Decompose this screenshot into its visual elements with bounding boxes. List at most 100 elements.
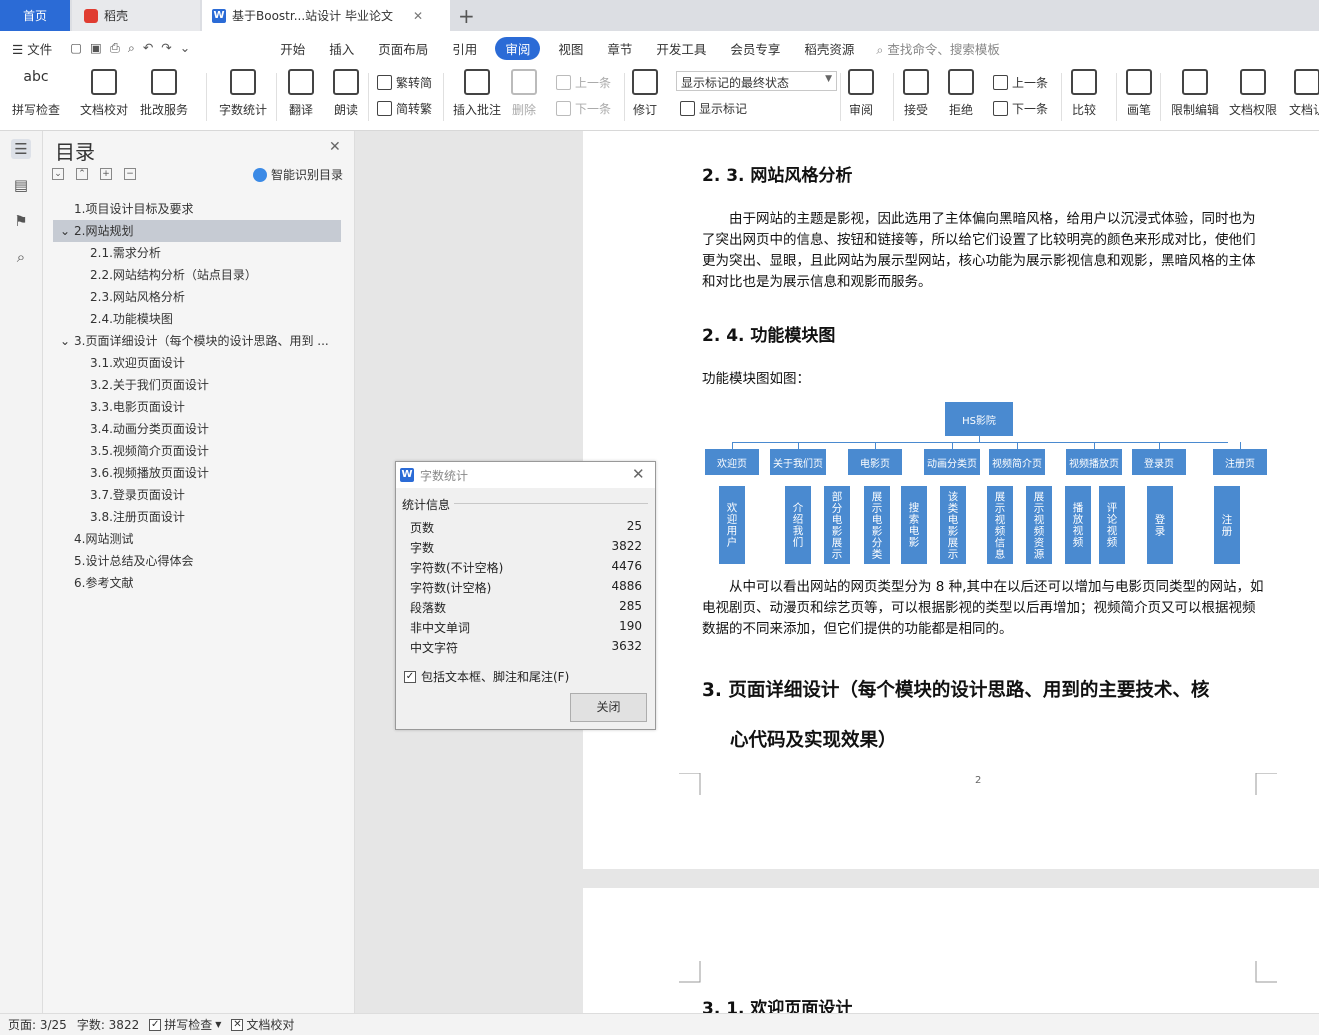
trad-to-simp-button[interactable]: 繁转简 bbox=[377, 74, 432, 91]
revise-label: 修订 bbox=[632, 103, 657, 117]
toc-item[interactable]: 2.4.功能模块图 bbox=[90, 309, 173, 329]
toc-item[interactable]: 2.网站规划 bbox=[74, 221, 133, 241]
proof-toggle[interactable]: ✕ 文档校对 bbox=[231, 1016, 294, 1033]
doc-proof-icon bbox=[91, 69, 117, 95]
document-page[interactable]: 2. 3. 网站风格分析 由于网站的主题是影视，因此选用了主体偏向黑暗风格，给用… bbox=[583, 131, 1319, 869]
toc-item[interactable]: 2.2.网站结构分析（站点目录） bbox=[90, 265, 257, 285]
tab-close-icon[interactable]: ✕ bbox=[413, 9, 423, 23]
insert-comment-button[interactable]: 插入批注 bbox=[453, 69, 501, 118]
diagram-leaf-node: 介绍我们 bbox=[785, 486, 811, 564]
reject-button[interactable]: 拒绝 bbox=[948, 69, 974, 118]
page-indicator[interactable]: 页面: 3/25 bbox=[8, 1016, 67, 1033]
trad-simp-icon bbox=[377, 75, 392, 90]
restrict-edit-button[interactable]: 限制编辑 bbox=[1171, 69, 1219, 118]
menu-daoke-resources[interactable]: 稻壳资源 bbox=[792, 39, 866, 58]
include-checkbox[interactable]: ✓ 包括文本框、脚注和尾注(F) bbox=[404, 668, 569, 685]
close-button[interactable]: 关闭 bbox=[570, 693, 647, 722]
delete-comment-button[interactable]: 删除 bbox=[511, 69, 537, 118]
read-aloud-button[interactable]: 朗读 bbox=[333, 69, 359, 118]
quick-access-icons[interactable]: ▢▣⎙⌕↶↷⌄ bbox=[64, 40, 268, 56]
menu-chapter[interactable]: 章节 bbox=[595, 39, 644, 58]
search-icon[interactable]: ⌕ bbox=[11, 247, 31, 267]
revise-button[interactable]: 修订 bbox=[632, 69, 658, 118]
compare-icon bbox=[1071, 69, 1097, 95]
menu-review[interactable]: 审阅 bbox=[495, 36, 541, 60]
menu-file[interactable]: ☰ 文件 bbox=[0, 39, 64, 58]
dialog-titlebar[interactable]: W 字数统计 bbox=[396, 462, 655, 488]
review-icon bbox=[848, 69, 874, 95]
diagram-root-node: HS影院 bbox=[945, 402, 1013, 436]
menu-layout[interactable]: 页面布局 bbox=[366, 39, 440, 58]
pen-button[interactable]: 画笔 bbox=[1126, 69, 1152, 118]
toc-item[interactable]: 3.5.视频简介页面设计 bbox=[90, 441, 209, 461]
bookmark-icon[interactable]: ⚑ bbox=[11, 211, 31, 231]
toc-item[interactable]: 6.参考文献 bbox=[74, 573, 133, 593]
toc-item[interactable]: 3.1.欢迎页面设计 bbox=[90, 353, 185, 373]
level-up-icon[interactable]: ⌃ bbox=[76, 168, 88, 180]
show-marks-button[interactable]: 显示标记 bbox=[680, 100, 747, 117]
spell-check-button[interactable]: abc 拼写检查 bbox=[12, 69, 60, 118]
toc-expand-icon[interactable]: ⌄ bbox=[60, 331, 70, 351]
prev-change-button[interactable]: 上一条 bbox=[993, 74, 1048, 91]
toc-item[interactable]: 3.8.注册页面设计 bbox=[90, 507, 185, 527]
word-count-indicator[interactable]: 字数: 3822 bbox=[77, 1016, 139, 1033]
word-count-dialog[interactable]: W 字数统计 ✕ 统计信息 页数 25 字数 3822 字符数(不计空格) 4476 字符数(… bbox=[395, 461, 656, 730]
menu-devtools[interactable]: 开发工具 bbox=[644, 39, 718, 58]
accept-button[interactable]: 接受 bbox=[903, 69, 929, 118]
menu-reference[interactable]: 引用 bbox=[440, 39, 489, 58]
check-icon: ✓ bbox=[149, 1018, 162, 1031]
toc-item[interactable]: 3.4.动画分类页面设计 bbox=[90, 419, 209, 439]
batch-service-button[interactable]: 批改服务 bbox=[140, 69, 188, 118]
document-page[interactable]: 3. 1. 欢迎页面设计 bbox=[583, 888, 1319, 1019]
toc-item[interactable]: 2.1.需求分析 bbox=[90, 243, 161, 263]
toc-expand-icon[interactable]: ⌄ bbox=[60, 221, 70, 241]
toc-item[interactable]: 3.3.电影页面设计 bbox=[90, 397, 185, 417]
mark-state-select[interactable]: 显示标记的最终状态 ▼ bbox=[676, 71, 837, 91]
menu-insert[interactable]: 插入 bbox=[317, 39, 366, 58]
toc-item[interactable]: 3.2.关于我们页面设计 bbox=[90, 375, 209, 395]
toc-item[interactable]: 2.3.网站风格分析 bbox=[90, 287, 185, 307]
close-icon[interactable]: ✕ bbox=[632, 465, 645, 483]
divider bbox=[1061, 73, 1062, 121]
collapse-all-icon[interactable]: ⌄ bbox=[52, 168, 64, 180]
toc-item[interactable]: 4.网站测试 bbox=[74, 529, 133, 549]
tab-daoke[interactable]: 稻壳 bbox=[72, 0, 200, 31]
doc-cert-button[interactable]: 文档认 bbox=[1289, 69, 1319, 118]
simp-to-trad-button[interactable]: 简转繁 bbox=[377, 100, 432, 117]
tab-document[interactable]: W 基于Boostr...站设计 毕业论文 ✕ bbox=[202, 0, 450, 31]
doc-permission-button[interactable]: 文档权限 bbox=[1229, 69, 1277, 118]
menu-member[interactable]: 会员专享 bbox=[718, 39, 792, 58]
expand-icon[interactable]: + bbox=[100, 168, 112, 180]
menu-start[interactable]: 开始 bbox=[268, 39, 317, 58]
prev-comment-button[interactable]: 上一条 bbox=[556, 74, 611, 91]
word-count-button[interactable]: 字数统计 bbox=[219, 69, 267, 118]
smart-toc-button[interactable]: 智能识别目录 bbox=[253, 166, 343, 183]
review-button[interactable]: 审阅 bbox=[848, 69, 874, 118]
dialog-title: 字数统计 bbox=[420, 468, 469, 483]
menu-view[interactable]: 视图 bbox=[546, 39, 595, 58]
new-tab-icon[interactable]: + bbox=[458, 4, 475, 28]
next-change-button[interactable]: 下一条 bbox=[993, 100, 1048, 117]
compare-button[interactable]: 比较 bbox=[1071, 69, 1097, 118]
next-comment-button[interactable]: 下一条 bbox=[556, 100, 611, 117]
diagram-page-node: 关于我们页 bbox=[770, 449, 826, 475]
toc-item[interactable]: 1.项目设计目标及要求 bbox=[74, 199, 193, 219]
spell-check-toggle[interactable]: ✓ 拼写检查 ▼ bbox=[149, 1016, 221, 1033]
command-search[interactable]: ⌕ 查找命令、搜索模板 bbox=[876, 39, 1000, 58]
toc-item[interactable]: 5.设计总结及心得体会 bbox=[74, 551, 193, 571]
tab-home[interactable]: 首页 bbox=[0, 0, 70, 31]
collapse-icon[interactable]: − bbox=[124, 168, 136, 180]
heading-module-diagram: 2. 4. 功能模块图 bbox=[702, 326, 836, 346]
lock-icon bbox=[1182, 69, 1208, 95]
doc-proof-button[interactable]: 文档校对 bbox=[80, 69, 128, 118]
close-icon[interactable]: ✕ bbox=[329, 139, 341, 155]
toc-item[interactable]: 3.页面详细设计（每个模块的设计思路、用到 ... bbox=[74, 331, 329, 351]
translate-button[interactable]: 翻译 bbox=[288, 69, 314, 118]
diagram-connector bbox=[732, 442, 1228, 443]
stat-value: 25 bbox=[626, 519, 642, 533]
toc-panel-icon[interactable]: ☰ bbox=[11, 139, 31, 159]
chapter-icon[interactable]: ▤ bbox=[11, 175, 31, 195]
batch-service-label: 批改服务 bbox=[140, 103, 189, 117]
toc-item[interactable]: 3.7.登录页面设计 bbox=[90, 485, 185, 505]
toc-item[interactable]: 3.6.视频播放页面设计 bbox=[90, 463, 209, 483]
